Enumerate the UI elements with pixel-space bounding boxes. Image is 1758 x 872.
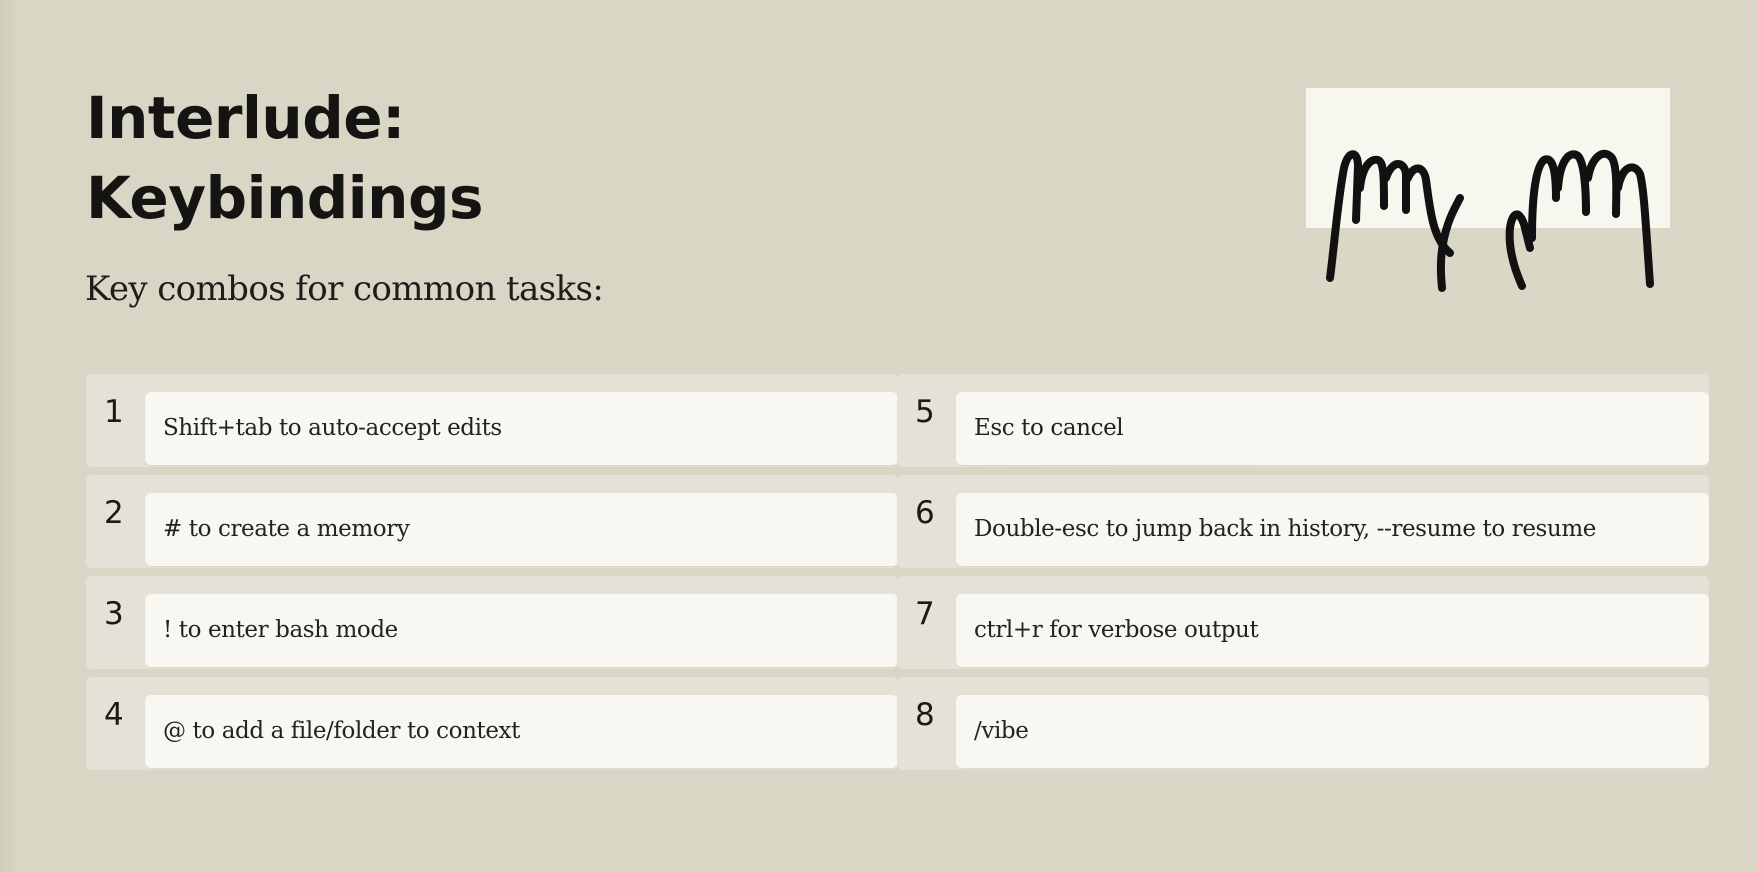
item-number: 5 [915,394,935,430]
list-item: 7 ctrl+r for verbose output [897,576,1709,669]
item-card: ! to enter bash mode [145,594,898,667]
item-number: 6 [915,495,935,531]
list-item: 1 Shift+tab to auto-accept edits [86,374,898,467]
keybinding-list-left: 1 Shift+tab to auto-accept edits 2 # to … [86,374,898,778]
item-text: /vibe [974,718,1029,744]
item-card: Double-esc to jump back in history, --re… [956,493,1709,566]
item-text: # to create a memory [163,516,410,542]
item-text: Shift+tab to auto-accept edits [163,415,502,441]
item-text: @ to add a file/folder to context [163,718,520,744]
keybinding-list-right: 5 Esc to cancel 6 Double-esc to jump bac… [897,374,1709,778]
slide: Interlude: Keybindings Key combos for co… [0,0,1758,872]
item-text: ctrl+r for verbose output [974,617,1259,643]
item-number: 4 [104,697,124,733]
title-line-2: Keybindings [86,164,484,232]
item-number: 7 [915,596,935,632]
list-item: 2 # to create a memory [86,475,898,568]
item-card: /vibe [956,695,1709,768]
item-card: Shift+tab to auto-accept edits [145,392,898,465]
item-card: @ to add a file/folder to context [145,695,898,768]
item-card: ctrl+r for verbose output [956,594,1709,667]
subtitle: Key combos for common tasks: [85,269,604,309]
item-number: 8 [915,697,935,733]
list-item: 4 @ to add a file/folder to context [86,677,898,770]
list-item: 6 Double-esc to jump back in history, --… [897,475,1709,568]
item-number: 1 [104,394,124,430]
item-card: # to create a memory [145,493,898,566]
item-card: Esc to cancel [956,392,1709,465]
list-item: 5 Esc to cancel [897,374,1709,467]
item-text: ! to enter bash mode [163,617,398,643]
title-line-1: Interlude: [86,84,405,152]
item-text: Double-esc to jump back in history, --re… [974,516,1596,542]
list-item: 8 /vibe [897,677,1709,770]
page-title: Interlude: Keybindings [86,78,484,238]
item-text: Esc to cancel [974,415,1124,441]
list-item: 3 ! to enter bash mode [86,576,898,669]
item-number: 2 [104,495,124,531]
hands-on-keyboard-icon [1306,88,1670,292]
item-number: 3 [104,596,124,632]
